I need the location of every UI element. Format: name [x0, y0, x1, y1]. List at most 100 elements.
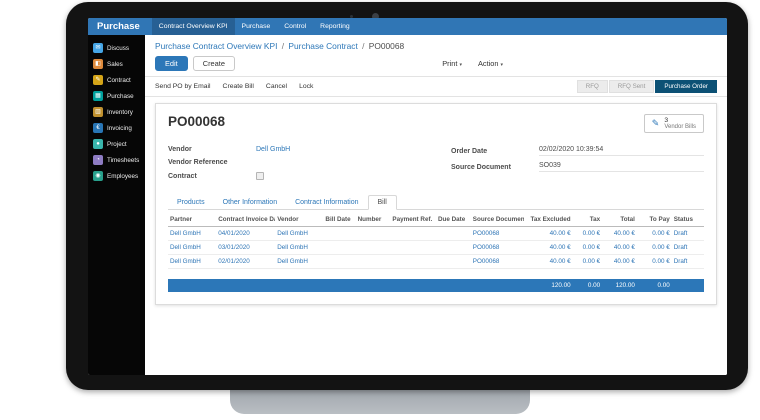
statusbar-toolbar: Send PO by Email Create Bill Cancel Lock… — [145, 76, 727, 97]
table-row[interactable]: Dell GmbH 04/01/2020 Dell GmbH PO00068 4… — [168, 227, 704, 241]
breadcrumb-link[interactable]: Purchase Contract — [288, 41, 357, 51]
sidebar-item-label: Purchase — [107, 93, 134, 100]
sidebar-item-inventory[interactable]: ▥ Inventory — [88, 104, 145, 120]
table-header-row: Partner Contract Invoice Date Vendor Bil… — [168, 213, 704, 227]
cell — [436, 279, 471, 292]
contract-icon: ✎ — [93, 75, 103, 85]
cell: 0.00 € — [573, 255, 602, 269]
sidebar-item-label: Inventory — [107, 109, 133, 116]
total-to-pay: 0.00 — [637, 279, 672, 292]
total-tax-excluded: 120.00 — [524, 279, 572, 292]
breadcrumb-link[interactable]: Purchase Contract Overview KPI — [155, 41, 277, 51]
table-row[interactable]: Dell GmbH 02/01/2020 Dell GmbH PO00068 4… — [168, 255, 704, 269]
sidebar-item-discuss[interactable]: ✉ Discuss — [88, 40, 145, 56]
cell: 40.00 € — [524, 241, 572, 255]
cell — [471, 279, 525, 292]
column-header: Due Date — [436, 213, 471, 227]
pencil-icon: ✎ — [652, 118, 660, 129]
source-document-value: SO039 — [539, 162, 704, 172]
cell: 0.00 € — [637, 227, 672, 241]
vendor-bills-label: Vendor Bills — [664, 124, 696, 130]
breadcrumb-current: PO00068 — [369, 41, 404, 51]
column-header: Total — [602, 213, 637, 227]
chevron-down-icon: ▾ — [459, 62, 462, 68]
status-step-purchase-order[interactable]: Purchase Order — [655, 80, 717, 93]
column-header: Vendor — [275, 213, 323, 227]
contract-checkbox[interactable] — [256, 172, 264, 180]
spacer-row — [168, 269, 704, 279]
breadcrumb-separator: / — [280, 41, 286, 51]
tab-contract-information[interactable]: Contract Information — [286, 196, 367, 209]
cell — [356, 255, 391, 269]
chevron-down-icon: ▾ — [501, 62, 504, 68]
column-header: Tax Excluded — [524, 213, 572, 227]
edit-button[interactable]: Edit — [155, 56, 188, 71]
create-button[interactable]: Create — [193, 56, 235, 71]
sidebar-item-label: Employees — [107, 173, 138, 180]
column-header: Contract Invoice Date — [216, 213, 275, 227]
column-header: Status — [672, 213, 704, 227]
vendor-field: Vendor Dell GmbH — [168, 143, 421, 156]
tab-products[interactable]: Products — [168, 196, 214, 209]
send-po-email-button[interactable]: Send PO by Email — [155, 83, 211, 90]
status-step-rfq-sent[interactable]: RFQ Sent — [609, 80, 655, 93]
order-date-field: Order Date 02/02/2020 10:39:54 — [451, 143, 704, 159]
cell: 02/01/2020 — [216, 255, 275, 269]
tab-other-information[interactable]: Other Information — [214, 196, 286, 209]
print-menu[interactable]: Print▾ — [442, 59, 462, 68]
sidebar-item-project[interactable]: ● Project — [88, 136, 145, 152]
sidebar-item-purchase[interactable]: ▦ Purchase — [88, 88, 145, 104]
cell: PO00068 — [471, 241, 525, 255]
sidebar-item-invoicing[interactable]: € Invoicing — [88, 120, 145, 136]
sidebar-item-sales[interactable]: ◧ Sales — [88, 56, 145, 72]
column-header: Bill Date — [323, 213, 355, 227]
nav-item-contract-overview-kpi[interactable]: Contract Overview KPI — [152, 18, 235, 35]
cell — [436, 241, 471, 255]
status-step-rfq[interactable]: RFQ — [577, 80, 608, 93]
cell: PO00068 — [471, 255, 525, 269]
lock-button[interactable]: Lock — [299, 83, 313, 90]
invoicing-icon: € — [93, 123, 103, 133]
sidebar-item-label: Contract — [107, 77, 131, 84]
field-label: Vendor — [168, 146, 256, 153]
sidebar-item-timesheets[interactable]: ◔ Timesheets — [88, 152, 145, 168]
cancel-button[interactable]: Cancel — [266, 83, 287, 90]
cell — [356, 241, 391, 255]
cell — [390, 255, 436, 269]
document-sheet: PO00068 ✎ 3 Vendor Bills — [155, 103, 717, 305]
cell — [216, 279, 275, 292]
sidebar-item-contract[interactable]: ✎ Contract — [88, 72, 145, 88]
sidebar-item-employees[interactable]: ◉ Employees — [88, 168, 145, 184]
sidebar-item-label: Project — [107, 141, 127, 148]
cell: Dell GmbH — [168, 255, 216, 269]
table-row[interactable]: Dell GmbH 03/01/2020 Dell GmbH PO00068 4… — [168, 241, 704, 255]
vendor-bills-count: 3 — [664, 117, 696, 124]
cell — [323, 279, 355, 292]
cell: Dell GmbH — [275, 241, 323, 255]
field-label: Source Document — [451, 164, 539, 171]
sidebar-item-label: Invoicing — [107, 125, 132, 132]
create-bill-button[interactable]: Create Bill — [223, 83, 254, 90]
nav-item-reporting[interactable]: Reporting — [313, 18, 356, 35]
cell: PO00068 — [471, 227, 525, 241]
cell: 40.00 € — [602, 227, 637, 241]
app-brand[interactable]: Purchase — [88, 18, 152, 35]
totals-row: 120.00 0.00 120.00 0.00 — [168, 279, 704, 292]
nav-item-purchase[interactable]: Purchase — [235, 18, 278, 35]
vendor-bills-table: Partner Contract Invoice Date Vendor Bil… — [168, 213, 704, 292]
vendor-value-link[interactable]: Dell GmbH — [256, 146, 421, 153]
top-navbar: Purchase Contract Overview KPI Purchase … — [88, 18, 727, 35]
source-document-field: Source Document SO039 — [451, 159, 704, 175]
cell: 0.00 € — [573, 241, 602, 255]
vendor-bills-button[interactable]: ✎ 3 Vendor Bills — [644, 114, 704, 133]
field-label: Vendor Reference — [168, 159, 256, 166]
action-menu[interactable]: Action▾ — [478, 59, 503, 68]
nav-item-control[interactable]: Control — [277, 18, 313, 35]
cell: Dell GmbH — [275, 255, 323, 269]
tab-bill[interactable]: Bill — [368, 195, 397, 210]
control-row: Edit Create Print▾ Action▾ — [145, 53, 727, 76]
field-label: Order Date — [451, 148, 539, 155]
column-header: Payment Ref. — [390, 213, 436, 227]
column-header: Partner — [168, 213, 216, 227]
timesheets-icon: ◔ — [93, 155, 103, 165]
